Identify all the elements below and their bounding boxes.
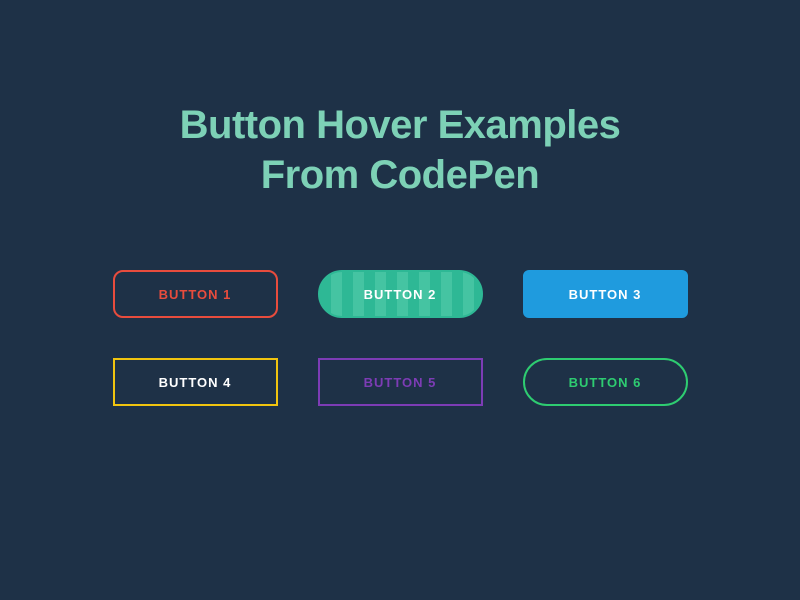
button-grid: BUTTON 1 BUTTON 2 BUTTON 3 BUTTON 4 BUTT… bbox=[113, 270, 688, 406]
page-title: Button Hover Examples From CodePen bbox=[180, 100, 621, 200]
button-6[interactable]: BUTTON 6 bbox=[523, 358, 688, 406]
title-line-1: Button Hover Examples bbox=[180, 103, 621, 147]
button-5[interactable]: BUTTON 5 bbox=[318, 358, 483, 406]
title-line-2: From CodePen bbox=[261, 153, 539, 197]
button-2[interactable]: BUTTON 2 bbox=[318, 270, 483, 318]
button-4[interactable]: BUTTON 4 bbox=[113, 358, 278, 406]
button-3[interactable]: BUTTON 3 bbox=[523, 270, 688, 318]
button-1[interactable]: BUTTON 1 bbox=[113, 270, 278, 318]
